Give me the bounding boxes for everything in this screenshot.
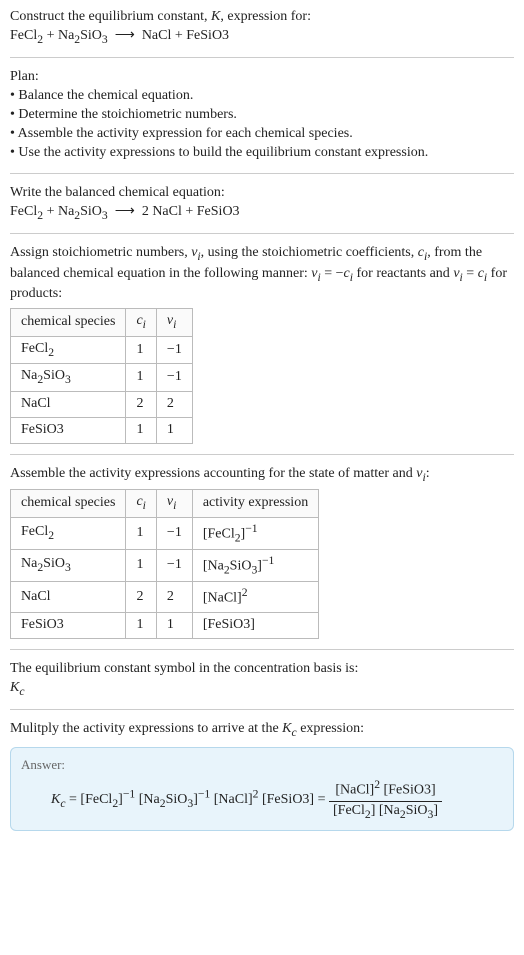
cell-activity: [NaCl]2 bbox=[192, 582, 318, 613]
balanced-heading: Write the balanced chemical equation: bbox=[10, 184, 514, 203]
multiply-text: Mulitply the activity expressions to arr… bbox=[10, 720, 514, 741]
col-ci: ci bbox=[126, 490, 156, 518]
table-row: NaCl 2 2 [NaCl]2 bbox=[11, 582, 319, 613]
intro-text-b: , expression for: bbox=[220, 9, 311, 24]
cell-species: FeCl2 bbox=[11, 517, 126, 549]
cell-vi: −1 bbox=[156, 336, 192, 364]
divider bbox=[10, 454, 514, 455]
cell-species: FeSiO3 bbox=[11, 417, 126, 443]
assign-text: Assign stoichiometric numbers, νi, using… bbox=[10, 244, 514, 304]
cell-species: Na2SiO3 bbox=[11, 364, 126, 392]
cell-ci: 2 bbox=[126, 582, 156, 613]
table-row: Na2SiO3 1 −1 [Na2SiO3]−1 bbox=[11, 550, 319, 582]
answer-box: Answer: Kc = [FeCl2]−1 [Na2SiO3]−1 [NaCl… bbox=[10, 747, 514, 832]
cell-vi: −1 bbox=[156, 517, 192, 549]
intro-text-a: Construct the equilibrium constant, bbox=[10, 9, 211, 24]
intro-line1: Construct the equilibrium constant, K, e… bbox=[10, 8, 514, 27]
cell-ci: 2 bbox=[126, 391, 156, 417]
plan-bullet-3: • Assemble the activity expression for e… bbox=[10, 125, 514, 144]
divider bbox=[10, 173, 514, 174]
col-activity: activity expression bbox=[192, 490, 318, 518]
col-vi: νi bbox=[156, 490, 192, 518]
divider bbox=[10, 57, 514, 58]
cell-species: FeSiO3 bbox=[11, 612, 126, 638]
kc-symbol: Kc bbox=[10, 679, 514, 700]
cell-activity: [FeSiO3] bbox=[192, 612, 318, 638]
table-header-row: chemical species ci νi activity expressi… bbox=[11, 490, 319, 518]
cell-ci: 1 bbox=[126, 364, 156, 392]
table-row: FeSiO3 1 1 [FeSiO3] bbox=[11, 612, 319, 638]
kc-basis-text: The equilibrium constant symbol in the c… bbox=[10, 660, 514, 679]
plan-bullet-1: • Balance the chemical equation. bbox=[10, 87, 514, 106]
plan-bullet-2: • Determine the stoichiometric numbers. bbox=[10, 106, 514, 125]
divider bbox=[10, 649, 514, 650]
cell-ci: 1 bbox=[126, 336, 156, 364]
answer-fraction: [NaCl]2 [FeSiO3][FeCl2] [Na2SiO3] bbox=[329, 777, 442, 822]
col-ci: ci bbox=[126, 309, 156, 337]
col-species: chemical species bbox=[11, 490, 126, 518]
answer-equation: Kc = [FeCl2]−1 [Na2SiO3]−1 [NaCl]2 [FeSi… bbox=[21, 777, 503, 822]
table-header-row: chemical species ci νi bbox=[11, 309, 193, 337]
table-row: FeSiO3 1 1 bbox=[11, 417, 193, 443]
table-row: FeCl2 1 −1 [FeCl2]−1 bbox=[11, 517, 319, 549]
answer-label: Answer: bbox=[21, 756, 503, 774]
balanced-equation: FeCl2 + Na2SiO3 ⟶ 2 NaCl + FeSiO3 bbox=[10, 203, 514, 224]
plan-heading: Plan: bbox=[10, 68, 514, 87]
cell-vi: 1 bbox=[156, 612, 192, 638]
cell-activity: [FeCl2]−1 bbox=[192, 517, 318, 549]
activity-table: chemical species ci νi activity expressi… bbox=[10, 489, 319, 638]
plan-bullet-4: • Use the activity expressions to build … bbox=[10, 144, 514, 163]
divider bbox=[10, 233, 514, 234]
cell-vi: 2 bbox=[156, 391, 192, 417]
intro-K: K bbox=[211, 9, 220, 24]
cell-species: FeCl2 bbox=[11, 336, 126, 364]
table-row: Na2SiO3 1 −1 bbox=[11, 364, 193, 392]
cell-activity: [Na2SiO3]−1 bbox=[192, 550, 318, 582]
intro-equation: FeCl2 + Na2SiO3 ⟶ NaCl + FeSiO3 bbox=[10, 27, 514, 48]
cell-ci: 1 bbox=[126, 517, 156, 549]
answer-denominator: [FeCl2] [Na2SiO3] bbox=[329, 802, 442, 823]
answer-numerator: [NaCl]2 [FeSiO3] bbox=[329, 777, 442, 802]
cell-species: Na2SiO3 bbox=[11, 550, 126, 582]
cell-vi: −1 bbox=[156, 364, 192, 392]
cell-ci: 1 bbox=[126, 417, 156, 443]
table-row: NaCl 2 2 bbox=[11, 391, 193, 417]
assemble-text: Assemble the activity expressions accoun… bbox=[10, 465, 514, 486]
cell-vi: 1 bbox=[156, 417, 192, 443]
divider bbox=[10, 709, 514, 710]
col-species: chemical species bbox=[11, 309, 126, 337]
answer-lhs: Kc = [FeCl2]−1 [Na2SiO3]−1 [NaCl]2 [FeSi… bbox=[51, 792, 329, 807]
cell-vi: −1 bbox=[156, 550, 192, 582]
col-vi: νi bbox=[156, 309, 192, 337]
cell-species: NaCl bbox=[11, 391, 126, 417]
cell-ci: 1 bbox=[126, 612, 156, 638]
cell-species: NaCl bbox=[11, 582, 126, 613]
cell-vi: 2 bbox=[156, 582, 192, 613]
table-row: FeCl2 1 −1 bbox=[11, 336, 193, 364]
stoich-table: chemical species ci νi FeCl2 1 −1 Na2SiO… bbox=[10, 308, 193, 443]
cell-ci: 1 bbox=[126, 550, 156, 582]
